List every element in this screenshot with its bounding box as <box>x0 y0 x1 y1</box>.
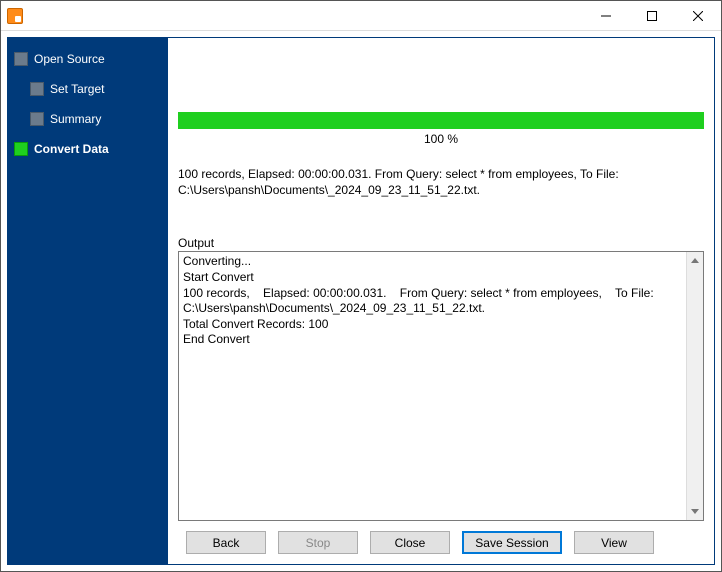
sidebar-item-set-target[interactable]: Set Target <box>30 78 168 100</box>
scroll-up-icon[interactable] <box>687 252 703 269</box>
step-status-icon <box>14 52 28 66</box>
sidebar-item-label: Open Source <box>34 52 105 66</box>
progress-percent-label: 100 % <box>178 132 704 146</box>
app-icon <box>7 8 23 24</box>
sidebar-item-label: Convert Data <box>34 142 109 156</box>
progress-bar <box>178 112 704 129</box>
output-textarea[interactable]: Converting... Start Convert 100 records,… <box>179 252 686 520</box>
stop-button[interactable]: Stop <box>278 531 358 554</box>
button-row: Back Stop Close Save Session View <box>178 531 704 554</box>
sidebar-item-label: Summary <box>50 112 101 126</box>
output-label: Output <box>178 236 704 250</box>
sidebar-item-summary[interactable]: Summary <box>30 108 168 130</box>
view-button[interactable]: View <box>574 531 654 554</box>
maximize-button[interactable] <box>629 1 675 30</box>
close-button[interactable]: Close <box>370 531 450 554</box>
back-button[interactable]: Back <box>186 531 266 554</box>
sidebar-item-label: Set Target <box>50 82 104 96</box>
step-status-icon <box>30 82 44 96</box>
step-status-icon <box>14 142 28 156</box>
sidebar-item-open-source[interactable]: Open Source <box>14 48 168 70</box>
titlebar <box>1 1 721 31</box>
main-panel: 100 % 100 records, Elapsed: 00:00:00.031… <box>168 38 714 564</box>
save-session-button[interactable]: Save Session <box>462 531 562 554</box>
minimize-button[interactable] <box>583 1 629 30</box>
conversion-summary-text: 100 records, Elapsed: 00:00:00.031. From… <box>178 166 704 198</box>
output-scrollbar[interactable] <box>686 252 703 520</box>
window-controls <box>583 1 721 30</box>
output-box: Converting... Start Convert 100 records,… <box>178 251 704 521</box>
sidebar-item-convert-data[interactable]: Convert Data <box>14 138 168 160</box>
close-window-button[interactable] <box>675 1 721 30</box>
wizard-sidebar: Open Source Set Target Summary Convert D… <box>8 38 168 564</box>
step-status-icon <box>30 112 44 126</box>
scroll-down-icon[interactable] <box>687 503 703 520</box>
